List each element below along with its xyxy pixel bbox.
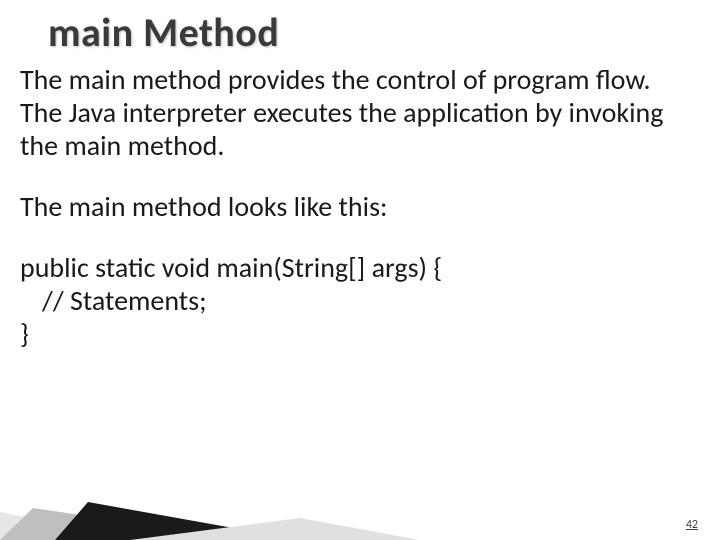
code-line-3: }	[20, 317, 692, 350]
page-number: 42	[686, 518, 698, 532]
slide-title: main Method	[0, 0, 720, 57]
paragraph-lead: The main method looks like this:	[20, 190, 692, 223]
slide: main Method The main method provides the…	[0, 0, 720, 540]
slide-body: The main method provides the control of …	[0, 57, 720, 350]
paragraph-intro: The main method provides the control of …	[20, 63, 692, 162]
code-line-2: // Statements;	[20, 284, 692, 317]
decorative-wedges	[0, 480, 420, 540]
code-line-1: public static void main(String[] args) {	[20, 251, 692, 284]
code-block: public static void main(String[] args) {…	[20, 251, 692, 350]
